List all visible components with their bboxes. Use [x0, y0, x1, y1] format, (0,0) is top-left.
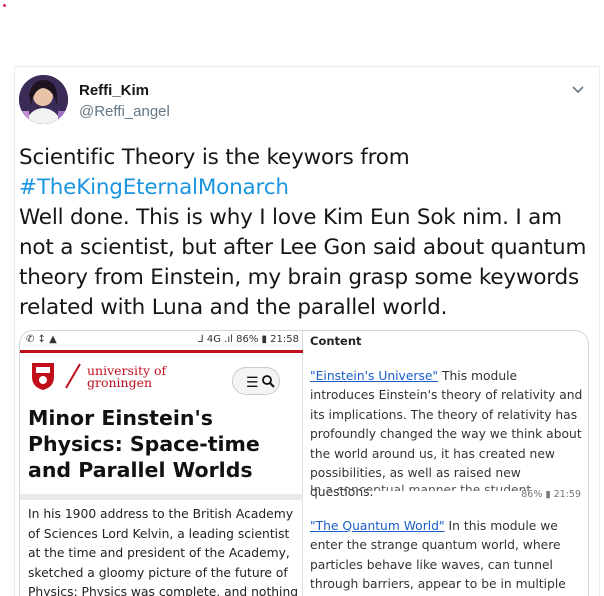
- chevron-down-icon[interactable]: [571, 82, 585, 94]
- tweet-text: Scientific Theory is the keywors from #T…: [19, 143, 589, 323]
- university-logo-text: university of groningen: [87, 364, 166, 390]
- status-right-info: ⅃ 4G .ıl 86% ▮ 21:58: [198, 334, 299, 345]
- tweet-text-body: Well done. This is why I love Kim Eun So…: [19, 205, 587, 320]
- tweet-text-line1: Scientific Theory is the keywors from: [19, 145, 410, 170]
- search-icon: [261, 374, 275, 388]
- hamburger-icon: ☰: [246, 374, 259, 390]
- logo-line2: groningen: [87, 375, 153, 390]
- module-quantum-world: "The Quantum World" In this module we en…: [310, 517, 585, 595]
- page-heading: Minor Einstein's Physics: Space-time and…: [28, 406, 260, 482]
- status-left-icons: ✆ ↕ ▲: [26, 334, 57, 345]
- notification-dot: [3, 4, 6, 7]
- screenshot-left-panel: ✆ ↕ ▲ ⅃ 4G .ıl 86% ▮ 21:58 university of…: [20, 331, 303, 596]
- phone-status-bar: ✆ ↕ ▲ ⅃ 4G .ıl 86% ▮ 21:58: [20, 331, 303, 350]
- tweet-media-image[interactable]: ✆ ↕ ▲ ⅃ 4G .ıl 86% ▮ 21:58 university of…: [19, 330, 589, 596]
- university-crest-icon: [30, 361, 56, 391]
- overlap-status-bar: 86% ▮ 21:59: [310, 489, 585, 501]
- einstein-universe-text: This module introduces Einstein's theory…: [310, 369, 583, 500]
- overlap-status-text: 86% ▮ 21:59: [521, 489, 581, 500]
- author-name[interactable]: Reffi_Kim: [79, 82, 149, 99]
- einstein-universe-link: "Einstein's Universe": [310, 369, 439, 383]
- content-label: Content: [310, 334, 362, 348]
- intro-paragraph: In his 1900 address to the British Acade…: [28, 507, 299, 596]
- avatar[interactable]: [19, 75, 68, 124]
- screenshot-right-panel: Content "Einstein's Universe" This modul…: [304, 331, 588, 596]
- menu-search-pill: ☰: [232, 367, 280, 395]
- quantum-world-link: "The Quantum World": [310, 519, 445, 533]
- brand-rule: [20, 350, 303, 353]
- logo-slash-icon: [62, 361, 84, 391]
- section-divider: [20, 494, 303, 500]
- hashtag-link[interactable]: #TheKingEternalMonarch: [19, 173, 589, 203]
- author-handle[interactable]: @Reffi_angel: [79, 103, 170, 120]
